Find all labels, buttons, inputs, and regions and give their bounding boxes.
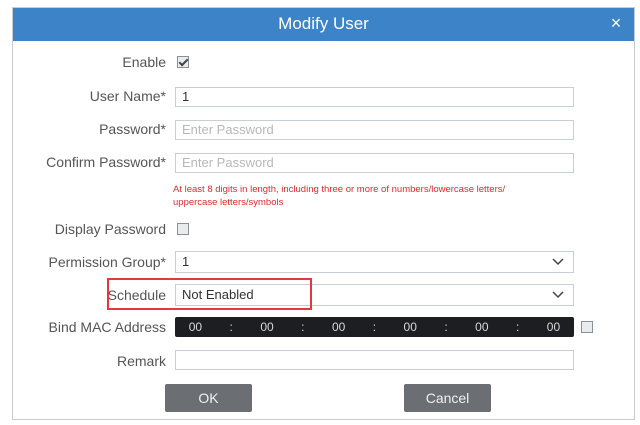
mac-octet[interactable]: 00 [189,320,202,334]
enable-label: Enable [122,54,166,70]
mac-octet[interactable]: 00 [475,320,488,334]
mac-address-input[interactable]: 00 : 00 : 00 : 00 : 00 : 00 [175,317,574,337]
bind-mac-label: Bind MAC Address [48,319,167,335]
dialog-titlebar: Modify User × [13,8,634,41]
mac-octet[interactable]: 00 [332,320,345,334]
password-hint: At least 8 digits in length, including t… [173,183,583,209]
mac-separator: : [229,320,233,334]
username-label: User Name* [89,88,166,104]
permission-group-label: Permission Group* [48,254,167,270]
mac-octet[interactable]: 00 [260,320,273,334]
schedule-select[interactable]: Not Enabled [175,284,574,306]
permission-group-value: 1 [182,254,190,269]
remark-input[interactable] [175,350,574,370]
password-input[interactable]: Enter Password [175,120,574,140]
display-password-label: Display Password [54,221,166,237]
remark-label: Remark [116,353,166,369]
schedule-label: Schedule [107,287,166,303]
mac-separator: : [301,320,305,334]
modify-user-dialog: Modify User × Enable User Name* 1 Passwo… [12,7,635,420]
password-hint-line-2: uppercase letters/symbols [173,197,284,208]
schedule-value: Not Enabled [182,287,254,302]
ok-button[interactable]: OK [165,384,252,412]
confirm-password-label: Confirm Password* [46,154,166,170]
display-password-checkbox[interactable] [177,223,189,235]
cancel-button[interactable]: Cancel [404,384,491,412]
mac-separator: : [444,320,448,334]
dialog-title: Modify User [278,14,369,33]
enable-checkbox[interactable] [177,56,189,68]
permission-group-select[interactable]: 1 [175,251,574,273]
chevron-down-icon [552,291,564,299]
mac-octet[interactable]: 00 [547,320,560,334]
mac-separator: : [515,320,520,334]
confirm-password-input[interactable]: Enter Password [175,153,574,173]
close-icon[interactable]: × [606,13,626,33]
chevron-down-icon [552,258,564,266]
bind-mac-checkbox[interactable] [581,321,593,333]
password-label: Password* [99,121,166,137]
mac-separator: : [372,320,377,334]
mac-octet[interactable]: 00 [404,320,417,334]
password-hint-line-1: At least 8 digits in length, including t… [173,184,506,195]
username-input[interactable]: 1 [175,87,574,107]
